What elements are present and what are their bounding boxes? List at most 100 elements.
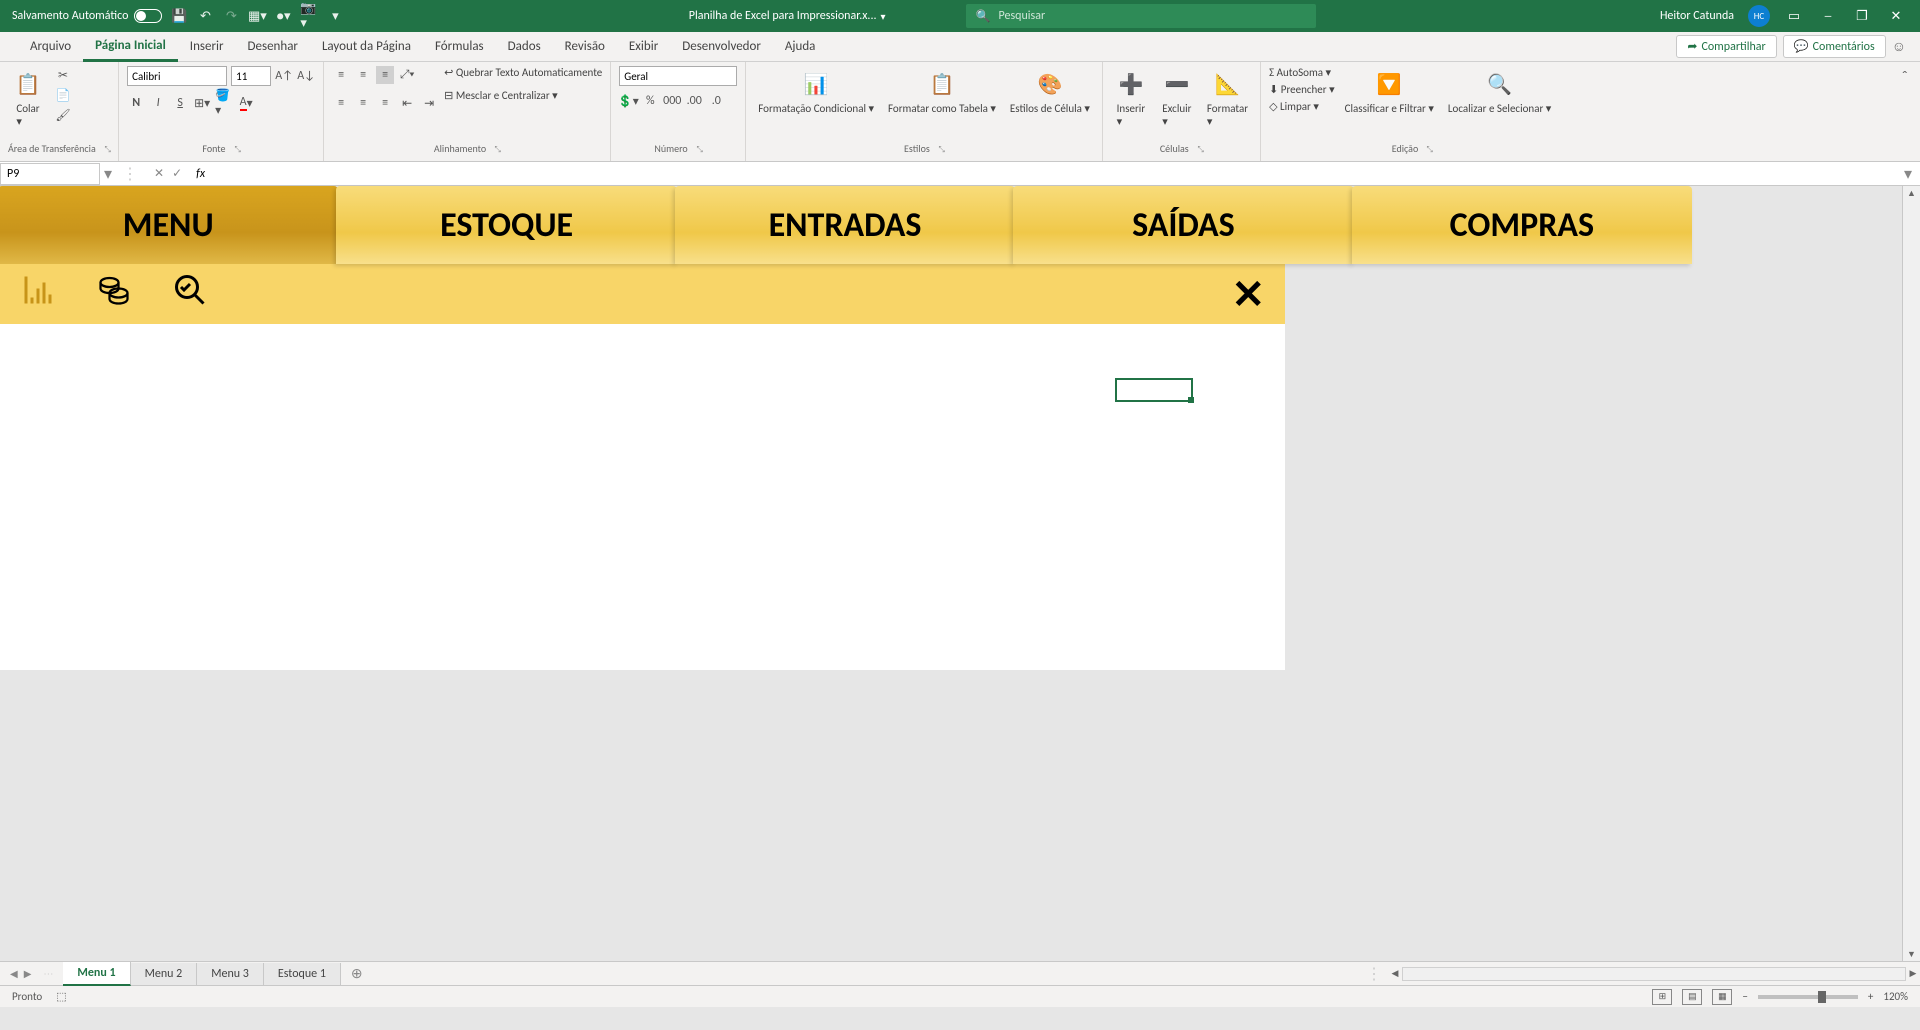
cancel-formula-icon[interactable]: ✕: [154, 166, 164, 181]
coins-icon[interactable]: [96, 272, 132, 317]
currency-icon[interactable]: 💲▾: [619, 92, 637, 110]
next-sheet-icon[interactable]: ▶: [24, 967, 32, 980]
decrease-indent-icon[interactable]: ⇤: [398, 94, 416, 112]
sheet-tab-menu3[interactable]: Menu 3: [197, 963, 264, 985]
align-left-icon[interactable]: ≡: [332, 94, 350, 112]
tab-layout[interactable]: Layout da Página: [310, 33, 423, 60]
search-analytics-icon[interactable]: [172, 272, 208, 317]
font-color-icon[interactable]: A▾: [237, 94, 255, 112]
macro-record-icon[interactable]: ⬚: [56, 990, 66, 1003]
close-icon[interactable]: ✕: [1231, 270, 1265, 319]
orientation-icon[interactable]: ⤢▾: [398, 66, 416, 84]
tab-inserir[interactable]: Inserir: [178, 33, 236, 60]
increase-decimal-icon[interactable]: .00: [685, 92, 703, 110]
tab-formulas[interactable]: Fórmulas: [423, 33, 496, 60]
formula-input[interactable]: [209, 167, 1896, 181]
save-icon[interactable]: 💾: [170, 7, 188, 25]
nav-tab-saidas[interactable]: SAÍDAS: [1013, 186, 1353, 264]
clear-button[interactable]: ◇ Limpar ▾: [1269, 100, 1335, 113]
align-top-icon[interactable]: ≡: [332, 66, 350, 84]
view-page-layout-icon[interactable]: ▤: [1682, 989, 1702, 1005]
search-input[interactable]: [999, 9, 1306, 23]
nav-tab-entradas[interactable]: ENTRADAS: [675, 186, 1015, 264]
find-select-button[interactable]: 🔍 Localizar e Selecionar ▾: [1444, 66, 1555, 117]
hscroll-right-icon[interactable]: ▶: [1906, 968, 1920, 979]
close-window-icon[interactable]: ✕: [1886, 6, 1906, 26]
delete-cells-button[interactable]: ➖ Excluir▾: [1157, 66, 1197, 130]
share-button[interactable]: ➦ Compartilhar: [1676, 35, 1776, 58]
percent-icon[interactable]: %: [641, 92, 659, 110]
number-format-input[interactable]: [619, 66, 737, 86]
comments-button[interactable]: 💬 Comentários: [1783, 35, 1886, 58]
format-table-button[interactable]: 📋 Formatar como Tabela ▾: [884, 66, 1000, 117]
tab-arquivo[interactable]: Arquivo: [18, 33, 83, 60]
borders-icon[interactable]: ⊞▾: [193, 94, 211, 112]
align-middle-icon[interactable]: ≡: [354, 66, 372, 84]
sort-filter-button[interactable]: 🔽 Classificar e Filtrar ▾: [1341, 66, 1438, 117]
cut-icon[interactable]: ✂: [54, 66, 72, 84]
ribbon-display-icon[interactable]: ▭: [1784, 6, 1804, 26]
maximize-icon[interactable]: ❐: [1852, 6, 1872, 26]
view-page-break-icon[interactable]: ▦: [1712, 989, 1732, 1005]
nav-tab-estoque[interactable]: ESTOQUE: [336, 186, 676, 264]
search-box[interactable]: 🔍: [966, 4, 1316, 28]
user-avatar[interactable]: HC: [1748, 5, 1770, 27]
qat-icon-3[interactable]: 📷▾: [300, 7, 318, 25]
tab-revisao[interactable]: Revisão: [553, 33, 617, 60]
vertical-scrollbar[interactable]: ▲ ▼: [1902, 186, 1920, 961]
scroll-up-icon[interactable]: ▲: [1903, 186, 1920, 200]
autosave-toggle[interactable]: Salvamento Automático: [12, 9, 162, 23]
horizontal-scrollbar[interactable]: [1402, 967, 1906, 981]
wrap-text-button[interactable]: ↩ Quebrar Texto Automaticamente: [444, 66, 602, 79]
qat-customize-icon[interactable]: ▾: [326, 7, 344, 25]
fill-color-icon[interactable]: 🪣▾: [215, 94, 233, 112]
chart-icon[interactable]: [20, 272, 56, 317]
tab-desenvolvedor[interactable]: Desenvolvedor: [670, 33, 773, 60]
italic-button[interactable]: I: [149, 94, 167, 112]
undo-icon[interactable]: ↶: [196, 7, 214, 25]
font-size-input[interactable]: [231, 66, 271, 86]
scroll-down-icon[interactable]: ▼: [1903, 947, 1920, 961]
fill-button[interactable]: ⬇ Preencher ▾: [1269, 83, 1335, 96]
zoom-in-icon[interactable]: +: [1868, 990, 1873, 1003]
redo-icon[interactable]: ↷: [222, 7, 240, 25]
tab-dados[interactable]: Dados: [496, 33, 553, 60]
font-name-input[interactable]: [127, 66, 227, 86]
minimize-icon[interactable]: ─: [1818, 6, 1838, 26]
zoom-level[interactable]: 120%: [1883, 990, 1908, 1003]
format-painter-icon[interactable]: 🖌: [54, 106, 72, 124]
zoom-slider[interactable]: [1758, 995, 1858, 999]
format-cells-button[interactable]: 📐 Formatar▾: [1203, 66, 1252, 130]
align-right-icon[interactable]: ≡: [376, 94, 394, 112]
align-center-icon[interactable]: ≡: [354, 94, 372, 112]
workspace[interactable]: [0, 324, 1285, 670]
add-sheet-button[interactable]: ⊕: [341, 965, 373, 982]
zoom-out-icon[interactable]: −: [1742, 990, 1747, 1003]
nav-tab-compras[interactable]: COMPRAS: [1352, 186, 1692, 264]
thousands-icon[interactable]: 000: [663, 92, 681, 110]
copy-icon[interactable]: 📄: [54, 86, 72, 104]
sheet-tab-menu2[interactable]: Menu 2: [131, 963, 198, 985]
align-bottom-icon[interactable]: ≡: [376, 66, 394, 84]
conditional-format-button[interactable]: 📊 Formatação Condicional ▾: [754, 66, 878, 117]
accept-formula-icon[interactable]: ✓: [172, 166, 182, 181]
sheet-tab-menu1[interactable]: Menu 1: [63, 962, 130, 986]
decrease-font-icon[interactable]: A↓: [297, 67, 315, 85]
prev-sheet-icon[interactable]: ◀: [10, 967, 18, 980]
tab-pagina-inicial[interactable]: Página Inicial: [83, 32, 178, 62]
username[interactable]: Heitor Catunda: [1660, 9, 1734, 23]
decrease-decimal-icon[interactable]: .0: [707, 92, 725, 110]
increase-indent-icon[interactable]: ⇥: [420, 94, 438, 112]
tab-exibir[interactable]: Exibir: [617, 33, 670, 60]
nav-tab-menu[interactable]: MENU: [0, 186, 338, 264]
underline-button[interactable]: S: [171, 94, 189, 112]
collapse-ribbon-icon[interactable]: ˆ: [1890, 62, 1920, 161]
qat-icon-2[interactable]: ●▾: [274, 7, 292, 25]
fill-handle[interactable]: [1188, 397, 1194, 403]
paste-button[interactable]: 📋 Colar▾: [8, 66, 48, 130]
tab-ajuda[interactable]: Ajuda: [773, 33, 828, 60]
cell-styles-button[interactable]: 🎨 Estilos de Célula ▾: [1006, 66, 1094, 117]
smiley-icon[interactable]: ☺: [1892, 38, 1906, 55]
merge-button[interactable]: ⊟ Mesclar e Centralizar ▾: [444, 89, 602, 102]
insert-cells-button[interactable]: ➕ Inserir▾: [1111, 66, 1151, 130]
